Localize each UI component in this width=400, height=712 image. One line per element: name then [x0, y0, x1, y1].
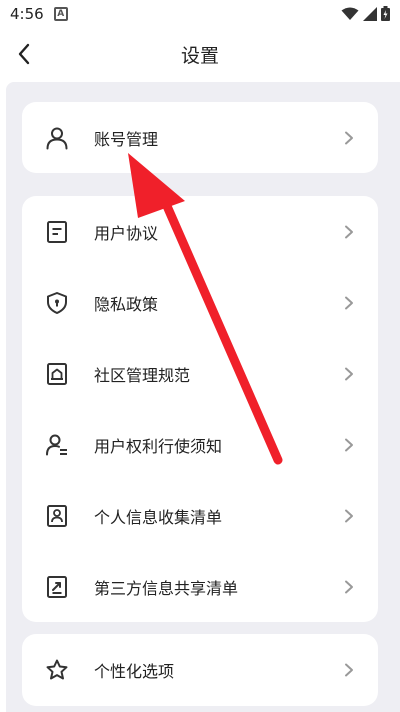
policy-card: 用户协议 隐私政策 社区管理规范 用户权利行使须知 个人信息收集清单 第三方信息…: [22, 196, 378, 622]
back-button[interactable]: [10, 40, 38, 68]
user-rights-icon: [44, 432, 70, 458]
status-time: 4:56: [10, 5, 44, 23]
row-user-agreement[interactable]: 用户协议: [22, 196, 378, 268]
row-third-party-sharing[interactable]: 第三方信息共享清单: [22, 551, 378, 623]
row-privacy-policy[interactable]: 隐私政策: [22, 267, 378, 339]
account-card: 账号管理: [22, 102, 378, 173]
signal-icon: [363, 6, 377, 21]
row-label: 隐私政策: [94, 295, 159, 314]
row-account-management[interactable]: 账号管理: [22, 102, 378, 173]
star-icon: [44, 657, 70, 683]
row-label: 用户协议: [94, 224, 159, 243]
settings-list: 账号管理 用户协议 隐私政策 社区管理规范 用户权利行使须知 个人信息收集清单 …: [6, 82, 400, 712]
row-personalization[interactable]: 个性化选项: [22, 634, 378, 706]
shield-icon: [44, 290, 70, 316]
personalization-card: 个性化选项: [22, 634, 378, 706]
row-label: 个人信息收集清单: [94, 508, 223, 527]
chevron-right-icon: [344, 296, 356, 310]
page-title: 设置: [180, 44, 219, 67]
row-personal-info-list[interactable]: 个人信息收集清单: [22, 480, 378, 552]
row-label: 用户权利行使须知: [94, 437, 223, 456]
battery-icon: [381, 6, 390, 21]
row-label: 账号管理: [94, 129, 159, 149]
row-label: 社区管理规范: [94, 366, 191, 385]
chevron-right-icon: [344, 131, 356, 145]
chevron-right-icon: [344, 663, 356, 677]
share-icon: [44, 574, 70, 600]
row-label: 个性化选项: [94, 662, 175, 681]
notification-a-icon: A: [53, 7, 68, 21]
chevron-right-icon: [344, 225, 356, 239]
row-user-rights[interactable]: 用户权利行使须知: [22, 409, 378, 481]
chevron-right-icon: [344, 438, 356, 452]
header: 设置: [0, 28, 400, 80]
status-icons: [341, 6, 390, 21]
back-arrow-icon: [18, 43, 30, 65]
community-icon: [44, 361, 70, 387]
wifi-icon: [341, 7, 359, 20]
id-card-icon: [44, 503, 70, 529]
person-icon: [44, 125, 70, 151]
status-bar: 4:56 A: [0, 0, 400, 28]
chevron-right-icon: [344, 580, 356, 594]
chevron-right-icon: [344, 367, 356, 381]
chevron-right-icon: [344, 509, 356, 523]
row-community-guidelines[interactable]: 社区管理规范: [22, 338, 378, 410]
document-icon: [44, 219, 70, 245]
row-label: 第三方信息共享清单: [94, 579, 239, 598]
